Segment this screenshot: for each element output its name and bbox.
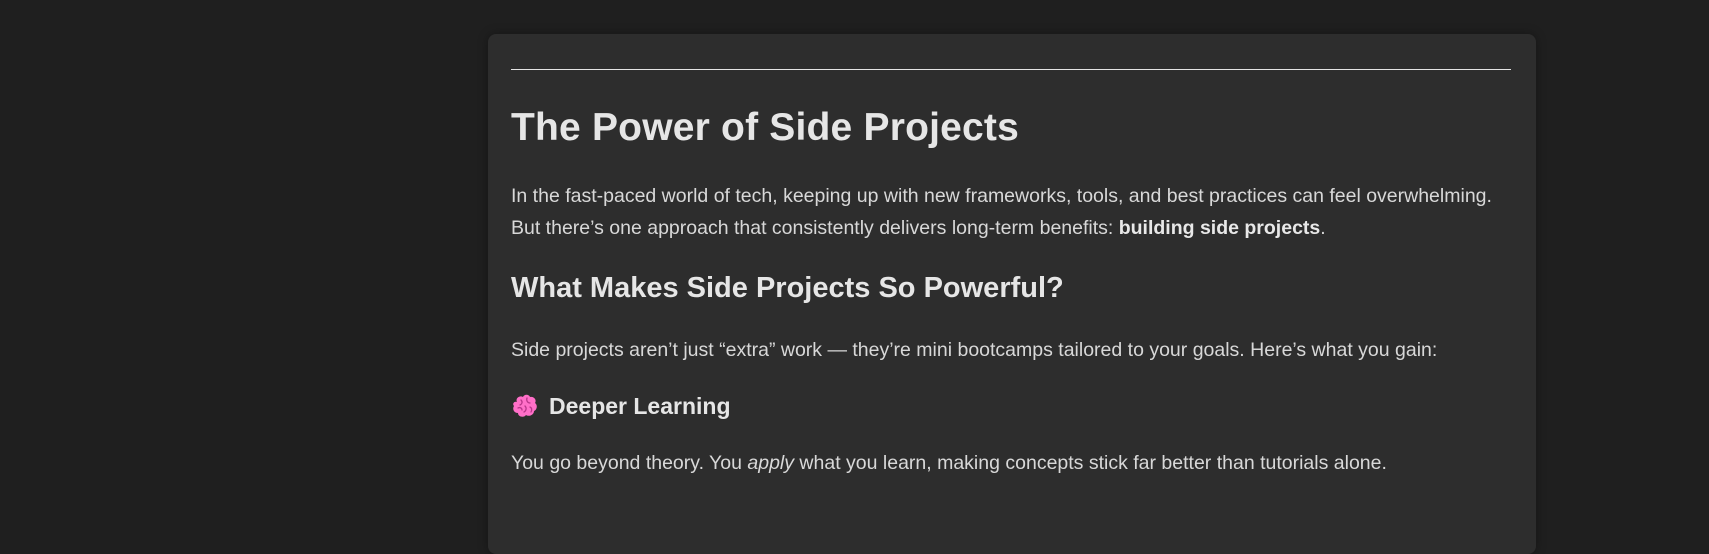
brain-icon xyxy=(513,394,537,417)
section-heading: What Makes Side Projects So Powerful? xyxy=(511,272,1064,304)
intro-emphasis: building side projects xyxy=(1118,217,1321,239)
benefit-heading-row: Deeper Learning xyxy=(511,390,1512,422)
section-lead: Side projects aren’t just “extra” work —… xyxy=(511,339,1438,361)
horizontal-rule xyxy=(511,69,1511,70)
intro-paragraph: In the fast-paced world of tech, keeping… xyxy=(511,180,1512,244)
intro-text: In the fast-paced world of tech, keeping… xyxy=(511,185,1492,239)
article-title: The Power of Side Projects xyxy=(511,106,1019,149)
article-card: The Power of Side Projects In the fast-p… xyxy=(488,34,1536,554)
benefit-italic: apply xyxy=(747,452,795,474)
benefit-text-before: You go beyond theory. You xyxy=(511,452,748,474)
intro-end: . xyxy=(1320,217,1326,239)
benefit-paragraph: You go beyond theory. You apply what you… xyxy=(511,447,1512,479)
benefit-text-after: what you learn, making concepts stick fa… xyxy=(794,452,1387,474)
benefit-heading: Deeper Learning xyxy=(549,393,731,419)
